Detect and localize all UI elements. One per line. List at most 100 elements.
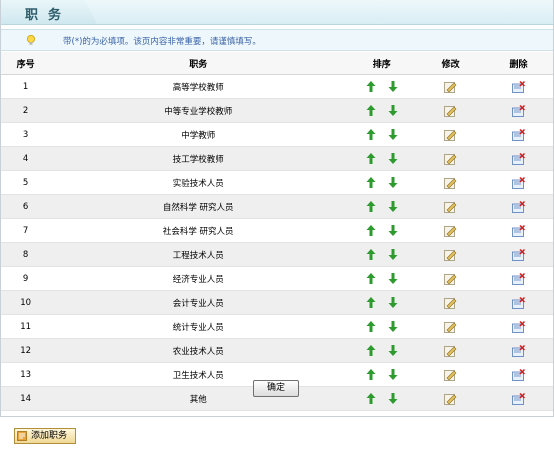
arrow-up-icon[interactable]: [360, 177, 382, 188]
panel-header: 职务: [1, 0, 553, 25]
arrow-up-icon[interactable]: [360, 249, 382, 260]
arrow-up-icon[interactable]: [360, 129, 382, 140]
header-name: 职务: [50, 52, 347, 75]
delete-icon[interactable]: [512, 248, 526, 261]
arrow-down-icon[interactable]: [382, 297, 404, 308]
delete-icon[interactable]: [512, 176, 526, 189]
arrow-down-icon[interactable]: [382, 105, 404, 116]
delete-icon[interactable]: [512, 200, 526, 213]
arrow-down-icon[interactable]: [382, 225, 404, 236]
arrow-down-icon[interactable]: [382, 321, 404, 332]
row-number: 1: [1, 74, 51, 99]
delete-cell: [484, 266, 553, 291]
table-row: 7 社会科学 研究人员: [1, 218, 553, 243]
edit-cell: [417, 98, 485, 123]
edit-icon[interactable]: [444, 201, 457, 213]
delete-icon[interactable]: [512, 80, 526, 93]
position-table: 序号 职务 排序 修改 删除 1 高等学校教师 2 中等专业学校教师 3 中学教师 4 技工学…: [1, 52, 553, 411]
edit-icon[interactable]: [444, 105, 457, 117]
edit-icon[interactable]: [444, 177, 457, 189]
edit-icon[interactable]: [444, 129, 457, 141]
edit-cell: [417, 266, 485, 291]
arrow-up-icon[interactable]: [360, 225, 382, 236]
arrow-down-icon[interactable]: [382, 153, 404, 164]
notice-bar: 带(*)的为必填项。该页内容非常重要，请谨慎填写。: [1, 29, 553, 51]
sort-cell: [346, 218, 418, 243]
edit-cell: [417, 338, 485, 363]
edit-icon[interactable]: [444, 225, 457, 237]
edit-icon[interactable]: [444, 297, 457, 309]
delete-icon[interactable]: [512, 272, 526, 285]
delete-icon[interactable]: [512, 152, 526, 165]
edit-cell: [417, 242, 485, 267]
add-position-icon: [17, 431, 27, 441]
edit-cell: [417, 146, 485, 171]
delete-cell: [484, 386, 553, 411]
delete-icon[interactable]: [512, 104, 526, 117]
arrow-up-icon[interactable]: [360, 345, 382, 356]
delete-icon[interactable]: [512, 296, 526, 309]
position-name: 社会科学 研究人员: [50, 218, 347, 243]
arrow-up-icon[interactable]: [360, 81, 382, 92]
arrow-up-icon[interactable]: [360, 297, 382, 308]
arrow-down-icon[interactable]: [382, 129, 404, 140]
arrow-down-icon[interactable]: [382, 201, 404, 212]
delete-icon[interactable]: [512, 368, 526, 381]
edit-icon[interactable]: [444, 153, 457, 165]
edit-icon[interactable]: [444, 369, 457, 381]
row-number: 11: [1, 314, 51, 339]
delete-icon[interactable]: [512, 128, 526, 141]
table-row: 5 实验技术人员: [1, 170, 553, 195]
delete-cell: [484, 242, 553, 267]
table-row: 10 会计专业人员: [1, 290, 553, 315]
arrow-down-icon[interactable]: [382, 393, 404, 404]
edit-icon[interactable]: [444, 249, 457, 261]
table-row: 9 经济专业人员: [1, 266, 553, 291]
confirm-button[interactable]: 确定: [253, 380, 299, 397]
lightbulb-icon: [27, 35, 35, 45]
table-row: 6 自然科学 研究人员: [1, 194, 553, 219]
arrow-down-icon[interactable]: [382, 81, 404, 92]
arrow-down-icon[interactable]: [382, 369, 404, 380]
add-position-button[interactable]: 添加职务: [14, 428, 76, 444]
edit-cell: [417, 290, 485, 315]
delete-cell: [484, 218, 553, 243]
position-name: 实验技术人员: [50, 170, 347, 195]
arrow-up-icon[interactable]: [360, 201, 382, 212]
arrow-down-icon[interactable]: [382, 273, 404, 284]
edit-icon[interactable]: [444, 321, 457, 333]
delete-icon[interactable]: [512, 320, 526, 333]
table-row: 2 中等专业学校教师: [1, 98, 553, 123]
delete-cell: [484, 122, 553, 147]
arrow-down-icon[interactable]: [382, 177, 404, 188]
edit-cell: [417, 314, 485, 339]
arrow-up-icon[interactable]: [360, 369, 382, 380]
sort-cell: [346, 194, 418, 219]
arrow-up-icon[interactable]: [360, 393, 382, 404]
edit-icon[interactable]: [444, 273, 457, 285]
table-row: 4 技工学校教师: [1, 146, 553, 171]
sort-cell: [346, 266, 418, 291]
edit-icon[interactable]: [444, 81, 457, 93]
arrow-up-icon[interactable]: [360, 321, 382, 332]
arrow-up-icon[interactable]: [360, 153, 382, 164]
table-row: 3 中学教师: [1, 122, 553, 147]
delete-icon[interactable]: [512, 392, 526, 405]
notice-text: 带(*)的为必填项。该页内容非常重要，请谨慎填写。: [63, 37, 261, 47]
arrow-down-icon[interactable]: [382, 249, 404, 260]
position-name: 技工学校教师: [50, 146, 347, 171]
delete-icon[interactable]: [512, 224, 526, 237]
arrow-down-icon[interactable]: [382, 345, 404, 356]
edit-cell: [417, 74, 485, 99]
page-title: 职务: [25, 8, 72, 23]
delete-cell: [484, 290, 553, 315]
edit-icon[interactable]: [444, 393, 457, 405]
arrow-up-icon[interactable]: [360, 273, 382, 284]
delete-icon[interactable]: [512, 344, 526, 357]
sort-cell: [346, 386, 418, 411]
arrow-up-icon[interactable]: [360, 105, 382, 116]
table-row: 1 高等学校教师: [1, 74, 553, 99]
edit-icon[interactable]: [444, 345, 457, 357]
sort-cell: [346, 338, 418, 363]
row-number: 6: [1, 194, 51, 219]
